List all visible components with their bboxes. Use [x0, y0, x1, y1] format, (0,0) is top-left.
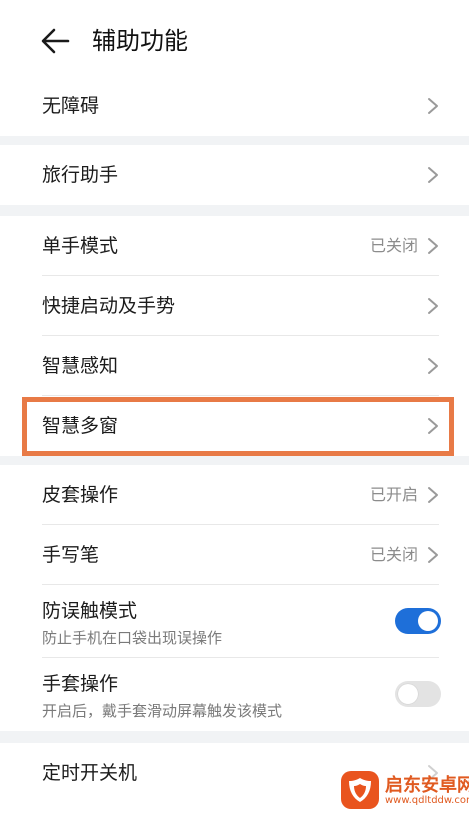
- row-label: 智慧多窗: [42, 415, 119, 437]
- status-text: 已关闭: [369, 545, 418, 564]
- chevron-right-icon: [428, 358, 438, 374]
- row-label: 单手模式: [42, 235, 119, 257]
- accidental-touch-toggle[interactable]: [395, 608, 441, 634]
- watermark-logo-icon: [341, 771, 379, 809]
- row-label: 定时开关机: [42, 762, 138, 784]
- back-arrow-icon: [41, 28, 70, 54]
- row-label: 快捷启动及手势: [42, 295, 176, 317]
- page-title: 辅助功能: [92, 27, 188, 55]
- chevron-right-icon: [428, 167, 438, 183]
- row-one-hand-mode[interactable]: 单手模式 已关闭: [0, 216, 469, 276]
- row-sublabel: 开启后，戴手套滑动屏幕触发该模式: [42, 702, 283, 720]
- shield-icon: [349, 778, 371, 802]
- chevron-right-icon: [428, 98, 438, 114]
- chevron-right-icon: [428, 238, 438, 254]
- chevron-right-icon: [428, 547, 438, 563]
- row-stylus[interactable]: 手写笔 已关闭: [0, 525, 469, 585]
- row-label: 手写笔: [42, 544, 100, 566]
- row-label: 智慧感知: [42, 355, 119, 377]
- header-bar: 辅助功能: [0, 0, 469, 84]
- group-covers-input: 皮套操作 已开启 手写笔 已关闭 防误触模式 防止手机在口袋出现误操作 手套操作…: [0, 465, 469, 731]
- row-smart-sensing[interactable]: 智慧感知: [0, 336, 469, 396]
- row-label: 防误触模式: [42, 600, 138, 622]
- toggle-knob: [398, 684, 418, 704]
- row-sublabel: 防止手机在口袋出现误操作: [42, 629, 223, 647]
- group-travel: 旅行助手: [0, 145, 469, 205]
- chevron-right-icon: [428, 487, 438, 503]
- row-label: 皮套操作: [42, 484, 119, 506]
- back-button[interactable]: [38, 24, 72, 58]
- toggle-knob: [418, 611, 438, 631]
- watermark-text: 启东安卓网: [385, 775, 469, 796]
- watermark-url: www.qdltddw.com: [385, 795, 469, 806]
- row-accessibility[interactable]: 无障碍: [0, 84, 469, 136]
- status-text: 已开启: [369, 485, 418, 504]
- row-label: 无障碍: [42, 95, 100, 117]
- chevron-right-icon: [428, 298, 438, 314]
- group-accessibility: 无障碍: [0, 84, 469, 136]
- row-label: 手套操作: [42, 673, 119, 695]
- row-glove-mode: 手套操作 开启后，戴手套滑动屏幕触发该模式: [0, 658, 469, 731]
- row-accidental-touch-mode: 防误触模式 防止手机在口袋出现误操作: [0, 585, 469, 658]
- status-text: 已关闭: [369, 236, 418, 255]
- row-travel-assistant[interactable]: 旅行助手: [0, 145, 469, 205]
- row-cover-operation[interactable]: 皮套操作 已开启: [0, 465, 469, 525]
- group-gestures: 单手模式 已关闭 快捷启动及手势 智慧感知 智慧多窗: [0, 216, 469, 456]
- row-smart-multi-window[interactable]: 智慧多窗: [0, 396, 469, 456]
- row-quick-launch-gestures[interactable]: 快捷启动及手势: [0, 276, 469, 336]
- watermark: 启东安卓网 www.qdltddw.com: [341, 768, 469, 814]
- chevron-right-icon: [428, 418, 438, 434]
- glove-mode-toggle[interactable]: [395, 681, 441, 707]
- row-label: 旅行助手: [42, 164, 119, 186]
